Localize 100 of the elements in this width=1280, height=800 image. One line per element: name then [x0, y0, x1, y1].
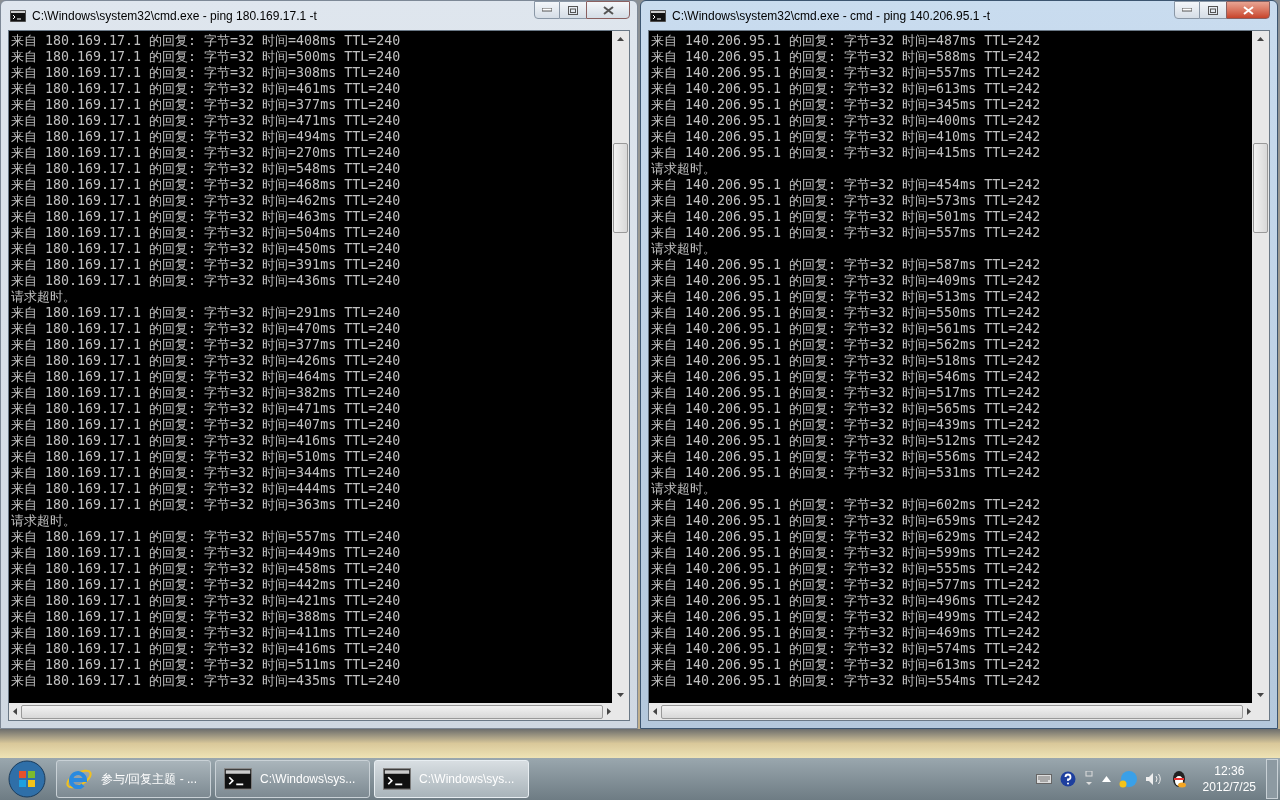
- console-line: 来自 140.206.95.1 的回复: 字节=32 时间=557ms TTL=242: [651, 225, 1042, 241]
- scroll-down-icon: [1257, 693, 1264, 697]
- console-line: 来自 140.206.95.1 的回复: 字节=32 时间=499ms TTL=242: [651, 609, 1042, 625]
- console-line: 来自 140.206.95.1 的回复: 字节=32 时间=555ms TTL=242: [651, 561, 1042, 577]
- console-line: 来自 140.206.95.1 的回复: 字节=32 时间=487ms TTL=242: [651, 33, 1042, 49]
- console-line: 来自 140.206.95.1 的回复: 字节=32 时间=409ms TTL=242: [651, 273, 1042, 289]
- console-line: 请求超时。: [651, 161, 717, 177]
- console-line: 来自 180.169.17.1 的回复: 字节=32 时间=426ms TTL=240: [11, 353, 402, 369]
- console-line: 请求超时。: [11, 513, 77, 529]
- console-line: 来自 140.206.95.1 的回复: 字节=32 时间=518ms TTL=242: [651, 353, 1042, 369]
- scroll-right-icon: [607, 708, 611, 715]
- console-line: 来自 180.169.17.1 的回复: 字节=32 时间=391ms TTL=240: [11, 257, 402, 273]
- console-line: 来自 140.206.95.1 的回复: 字节=32 时间=599ms TTL=242: [651, 545, 1042, 561]
- console-icon: [650, 9, 666, 22]
- console-line: 来自 140.206.95.1 的回复: 字节=32 时间=587ms TTL=242: [651, 257, 1042, 273]
- console-line: 来自 180.169.17.1 的回复: 字节=32 时间=416ms TTL=240: [11, 433, 402, 449]
- console-line: 来自 180.169.17.1 的回复: 字节=32 时间=511ms TTL=240: [11, 657, 402, 673]
- taskbar-button[interactable]: 参与/回复主题 - ...: [56, 760, 211, 798]
- console-icon: [383, 768, 411, 790]
- console-line: 来自 140.206.95.1 的回复: 字节=32 时间=415ms TTL=242: [651, 145, 1042, 161]
- console-line: 来自 180.169.17.1 的回复: 字节=32 时间=504ms TTL=240: [11, 225, 402, 241]
- console-line: 来自 140.206.95.1 的回复: 字节=32 时间=554ms TTL=242: [651, 673, 1042, 689]
- console-line: 来自 180.169.17.1 的回复: 字节=32 时间=494ms TTL=240: [11, 129, 402, 145]
- console-icon: [10, 9, 26, 22]
- scroll-thumb[interactable]: [661, 704, 1243, 719]
- console-line: 来自 180.169.17.1 的回复: 字节=32 时间=377ms TTL=240: [11, 97, 402, 113]
- scroll-up-icon: [617, 37, 624, 41]
- console-line: 来自 140.206.95.1 的回复: 字节=32 时间=501ms TTL=242: [651, 209, 1042, 225]
- console-line: 来自 140.206.95.1 的回复: 字节=32 时间=439ms TTL=242: [651, 417, 1042, 433]
- minimize-icon: [1182, 8, 1192, 12]
- restore-icon: [568, 5, 578, 15]
- vertical-scrollbar[interactable]: [612, 31, 629, 703]
- console-line: 来自 140.206.95.1 的回复: 字节=32 时间=562ms TTL=242: [651, 337, 1042, 353]
- console-line: 来自 140.206.95.1 的回复: 字节=32 时间=550ms TTL=242: [651, 305, 1042, 321]
- scroll-up-icon: [1257, 37, 1264, 41]
- maximize-button[interactable]: [1200, 1, 1226, 19]
- console-line: 来自 140.206.95.1 的回复: 字节=32 时间=513ms TTL=242: [651, 289, 1042, 305]
- console-line: 来自 180.169.17.1 的回复: 字节=32 时间=377ms TTL=240: [11, 337, 402, 353]
- console-line: 来自 180.169.17.1 的回复: 字节=32 时间=548ms TTL=240: [11, 161, 402, 177]
- console-line: 来自 180.169.17.1 的回复: 字节=32 时间=471ms TTL=240: [11, 113, 402, 129]
- console-line: 来自 180.169.17.1 的回复: 字节=32 时间=461ms TTL=240: [11, 81, 402, 97]
- keyboard-icon: [1035, 774, 1052, 784]
- console-line: 来自 140.206.95.1 的回复: 字节=32 时间=546ms TTL=242: [651, 369, 1042, 385]
- console-line: 来自 180.169.17.1 的回复: 字节=32 时间=458ms TTL=240: [11, 561, 402, 577]
- console-line: 来自 140.206.95.1 的回复: 字节=32 时间=602ms TTL=242: [651, 497, 1042, 513]
- clock-date: 2012/7/25: [1202, 779, 1256, 795]
- console-line: 来自 180.169.17.1 的回复: 字节=32 时间=344ms TTL=240: [11, 465, 402, 481]
- penguin-icon: [1170, 770, 1187, 788]
- horizontal-scrollbar[interactable]: [9, 703, 629, 720]
- console-line: 请求超时。: [11, 289, 77, 305]
- scroll-right-icon: [1247, 708, 1251, 715]
- minimize-icon: [542, 8, 552, 12]
- console-line: 来自 180.169.17.1 的回复: 字节=32 时间=500ms TTL=240: [11, 49, 402, 65]
- maximize-button[interactable]: [560, 1, 586, 19]
- console-line: 来自 180.169.17.1 的回复: 字节=32 时间=411ms TTL=240: [11, 625, 402, 641]
- scroll-down-icon: [617, 693, 624, 697]
- taskbar-button[interactable]: C:\Windows\sys...: [215, 760, 370, 798]
- console-line: 来自 140.206.95.1 的回复: 字节=32 时间=469ms TTL=242: [651, 625, 1042, 641]
- console-line: 来自 140.206.95.1 的回复: 字节=32 时间=517ms TTL=242: [651, 385, 1042, 401]
- console-line: 来自 180.169.17.1 的回复: 字节=32 时间=510ms TTL=240: [11, 449, 402, 465]
- close-button[interactable]: [586, 1, 630, 19]
- console-line: 来自 180.169.17.1 的回复: 字节=32 时间=435ms TTL=240: [11, 673, 402, 689]
- console-line: 来自 140.206.95.1 的回复: 字节=32 时间=556ms TTL=242: [651, 449, 1042, 465]
- console-line: 来自 140.206.95.1 的回复: 字节=32 时间=613ms TTL=242: [651, 657, 1042, 673]
- console-line: 来自 140.206.95.1 的回复: 字节=32 时间=565ms TTL=242: [651, 401, 1042, 417]
- console-line: 来自 180.169.17.1 的回复: 字节=32 时间=363ms TTL=240: [11, 497, 402, 513]
- console-line: 来自 180.169.17.1 的回复: 字节=32 时间=444ms TTL=240: [11, 481, 402, 497]
- close-icon: [1242, 5, 1254, 15]
- vertical-scrollbar[interactable]: [1252, 31, 1269, 703]
- console-icon: [224, 768, 252, 790]
- console-line: 来自 180.169.17.1 的回复: 字节=32 时间=450ms TTL=240: [11, 241, 402, 257]
- console-line: 请求超时。: [651, 241, 717, 257]
- console-line: 来自 180.169.17.1 的回复: 字节=32 时间=407ms TTL=240: [11, 417, 402, 433]
- clock-time: 12:36: [1214, 763, 1245, 779]
- console-line: 来自 140.206.95.1 的回复: 字节=32 时间=613ms TTL=242: [651, 81, 1042, 97]
- restore-icon: [1208, 5, 1218, 15]
- console-line: 来自 180.169.17.1 的回复: 字节=32 时间=463ms TTL=240: [11, 209, 402, 225]
- console-line: 来自 180.169.17.1 的回复: 字节=32 时间=436ms TTL=240: [11, 273, 402, 289]
- horizontal-scrollbar[interactable]: [649, 703, 1269, 720]
- console-line: 来自 140.206.95.1 的回复: 字节=32 时间=573ms TTL=242: [651, 193, 1042, 209]
- close-button[interactable]: [1226, 1, 1270, 19]
- scroll-thumb[interactable]: [21, 704, 603, 719]
- console-line: 来自 140.206.95.1 的回复: 字节=32 时间=345ms TTL=242: [651, 97, 1042, 113]
- console-line: 来自 140.206.95.1 的回复: 字节=32 时间=496ms TTL=242: [651, 593, 1042, 609]
- console-line: 来自 180.169.17.1 的回复: 字节=32 时间=388ms TTL=240: [11, 609, 402, 625]
- console-line: 来自 140.206.95.1 的回复: 字节=32 时间=659ms TTL=242: [651, 513, 1042, 529]
- console-line: 来自 180.169.17.1 的回复: 字节=32 时间=442ms TTL=240: [11, 577, 402, 593]
- window-title: C:\Windows\system32\cmd.exe - cmd - ping 140.206.95.1 -t: [672, 7, 992, 25]
- console-line: 来自 180.169.17.1 的回复: 字节=32 时间=270ms TTL=240: [11, 145, 402, 161]
- console-line: 来自 180.169.17.1 的回复: 字节=32 时间=416ms TTL=240: [11, 641, 402, 657]
- show-desktop-button[interactable]: [1266, 759, 1278, 799]
- console-line: 来自 140.206.95.1 的回复: 字节=32 时间=454ms TTL=242: [651, 177, 1042, 193]
- console-line: 来自 180.169.17.1 的回复: 字节=32 时间=470ms TTL=240: [11, 321, 402, 337]
- scroll-thumb[interactable]: [1253, 143, 1268, 233]
- console-line: 来自 180.169.17.1 的回复: 字节=32 时间=464ms TTL=240: [11, 369, 402, 385]
- scroll-left-icon: [653, 708, 657, 715]
- scroll-thumb[interactable]: [613, 143, 628, 233]
- taskbar-button[interactable]: C:\Windows\sys...: [374, 760, 529, 798]
- console-line: 来自 140.206.95.1 的回复: 字节=32 时间=400ms TTL=242: [651, 113, 1042, 129]
- close-icon: [602, 5, 614, 15]
